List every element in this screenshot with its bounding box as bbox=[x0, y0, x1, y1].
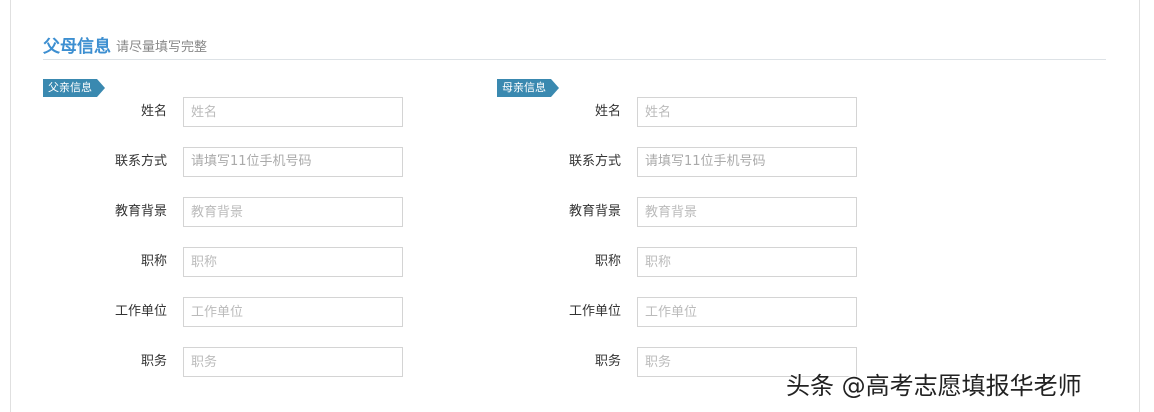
father-title-input[interactable] bbox=[183, 247, 403, 277]
father-title-label: 职称 bbox=[140, 254, 167, 269]
father-employer-input[interactable] bbox=[183, 297, 403, 327]
mother-employer-input[interactable] bbox=[637, 297, 857, 327]
father-name-label: 姓名 bbox=[140, 104, 167, 119]
mother-position-label: 职务 bbox=[594, 354, 621, 369]
mother-employer-label: 工作单位 bbox=[568, 304, 621, 319]
mother-phone-label: 联系方式 bbox=[568, 154, 621, 169]
section-title: 父母信息 bbox=[43, 37, 111, 57]
mother-title-label: 职称 bbox=[594, 254, 621, 269]
father-position-label: 职务 bbox=[140, 354, 167, 369]
mother-info-tag: 母亲信息 bbox=[497, 79, 559, 97]
father-name-input[interactable] bbox=[183, 97, 403, 127]
father-info-tag: 父亲信息 bbox=[43, 79, 105, 97]
divider bbox=[43, 59, 1106, 60]
mother-education-input[interactable] bbox=[637, 197, 857, 227]
mother-education-label: 教育背景 bbox=[568, 204, 621, 219]
panel-border-left bbox=[10, 0, 11, 412]
mother-name-input[interactable] bbox=[637, 97, 857, 127]
father-education-label: 教育背景 bbox=[114, 204, 167, 219]
father-education-input[interactable] bbox=[183, 197, 403, 227]
mother-phone-input[interactable] bbox=[637, 147, 857, 177]
mother-name-label: 姓名 bbox=[594, 104, 621, 119]
father-position-input[interactable] bbox=[183, 347, 403, 377]
panel-border-right bbox=[1139, 0, 1140, 412]
mother-title-input[interactable] bbox=[637, 247, 857, 277]
watermark: 头条 @高考志愿填报华老师 bbox=[786, 372, 1082, 400]
section-subtitle: 请尽量填写完整 bbox=[116, 40, 208, 55]
father-employer-label: 工作单位 bbox=[114, 304, 167, 319]
father-phone-label: 联系方式 bbox=[114, 154, 167, 169]
father-phone-input[interactable] bbox=[183, 147, 403, 177]
